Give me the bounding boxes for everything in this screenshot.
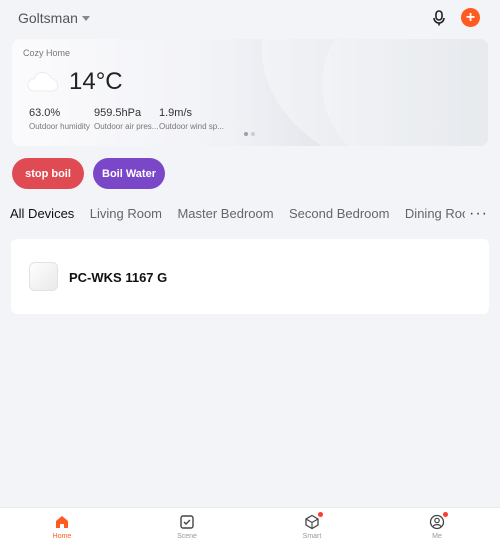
- tab-dining-room[interactable]: Dining Room: [405, 206, 465, 221]
- wind-label: Outdoor wind sp...: [159, 122, 224, 131]
- tab-smart[interactable]: Smart: [282, 512, 342, 540]
- scene-icon: [179, 514, 195, 530]
- weather-card[interactable]: Cozy Home 14°C 63.0% Outdoor humidity 95…: [12, 39, 488, 146]
- wind-stat: 1.9m/s Outdoor wind sp...: [159, 107, 224, 131]
- tab-home[interactable]: Home: [32, 514, 92, 540]
- page-dot: [244, 132, 248, 136]
- top-bar: Goltsman +: [0, 0, 500, 36]
- room-tabs: All Devices Living Room Master Bedroom S…: [10, 205, 465, 225]
- tab-all-devices[interactable]: All Devices: [10, 206, 74, 221]
- humidity-label: Outdoor humidity: [29, 122, 90, 131]
- plus-icon: +: [465, 9, 476, 26]
- tab-scene[interactable]: Scene: [157, 514, 217, 540]
- microphone-icon[interactable]: [430, 9, 448, 27]
- notification-dot: [318, 512, 323, 517]
- page-dot: [251, 132, 255, 136]
- caret-down-icon: [81, 16, 90, 21]
- pressure-stat: 959.5hPa Outdoor air pres...: [94, 107, 158, 131]
- me-icon: [429, 512, 448, 530]
- smart-icon: [304, 512, 323, 530]
- boil-water-button[interactable]: Boil Water: [93, 158, 165, 189]
- tab-living-room[interactable]: Living Room: [90, 206, 162, 221]
- tab-home-label: Home: [52, 533, 72, 540]
- humidity-value: 63.0%: [29, 107, 61, 119]
- temperature: 14°C: [69, 68, 123, 95]
- tab-me[interactable]: Me: [407, 512, 467, 540]
- pressure-label: Outdoor air pres...: [94, 122, 159, 131]
- tab-scene-label: Scene: [177, 533, 197, 540]
- home-label: Cozy Home: [23, 48, 71, 58]
- tab-smart-label: Smart: [302, 533, 322, 540]
- device-icon: [29, 262, 58, 291]
- add-button[interactable]: +: [461, 8, 480, 27]
- tab-second-bedroom[interactable]: Second Bedroom: [289, 206, 389, 221]
- tab-master-bedroom[interactable]: Master Bedroom: [177, 206, 273, 221]
- home-icon: [54, 514, 70, 530]
- more-icon[interactable]: ···: [469, 205, 488, 223]
- page-indicator: [244, 132, 255, 136]
- pressure-value: 959.5hPa: [94, 107, 142, 119]
- wind-value: 1.9m/s: [159, 107, 193, 119]
- home-selector[interactable]: Goltsman: [18, 10, 90, 26]
- device-card[interactable]: PC-WKS 1167 G: [11, 239, 489, 314]
- stop-boil-button[interactable]: stop boil: [12, 158, 84, 189]
- tab-me-label: Me: [432, 533, 442, 540]
- device-name: PC-WKS 1167 G: [69, 270, 168, 285]
- humidity-stat: 63.0% Outdoor humidity: [29, 107, 90, 131]
- home-name: Goltsman: [18, 10, 78, 26]
- cloud-icon: [27, 72, 61, 92]
- bottom-tab-bar: Home Scene Smart Me: [0, 507, 500, 545]
- notification-dot: [443, 512, 448, 517]
